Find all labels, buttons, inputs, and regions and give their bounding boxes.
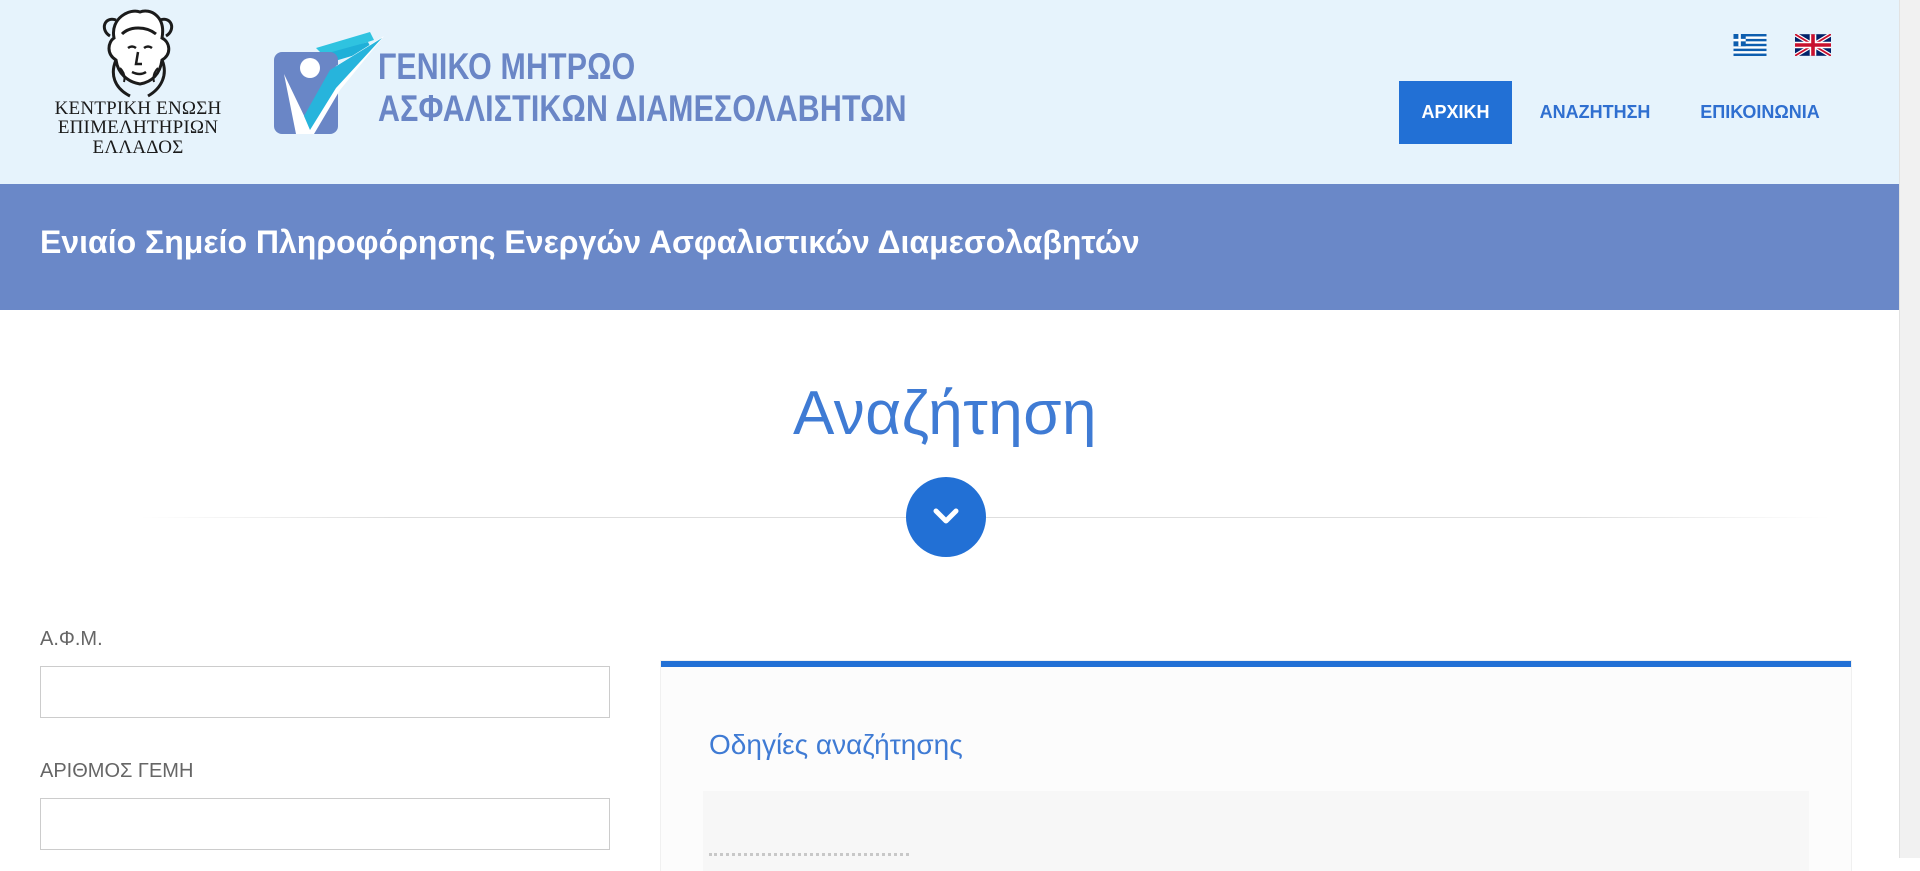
afm-label: Α.Φ.Μ. (40, 628, 103, 650)
nav-item-search[interactable]: ΑΝΑΖΗΤΗΣΗ (1525, 81, 1665, 144)
scroll-down-button[interactable] (906, 477, 986, 557)
search-instructions-text-fragment (709, 853, 909, 860)
afm-input[interactable] (40, 666, 610, 718)
registry-logo[interactable]: ΓΕΝΙΚΟ ΜΗΤΡΩΟ ΑΣΦΑΛΙΣΤΙΚΩΝ ΔΙΑΜΕΣΟΛΑΒΗΤΩ… (274, 26, 914, 138)
emblem-text-line: ΕΠΙΜΕΛΗΤΗΡΙΩΝ (57, 117, 219, 138)
chevron-down-icon (933, 508, 959, 524)
search-instructions-title: Οδηγίες αναζήτησης (709, 729, 963, 760)
emblem-text-line: ΕΛΛΑΔΟΣ (92, 137, 184, 158)
search-instructions-panel: Οδηγίες αναζήτησης (661, 661, 1851, 871)
hermes-head-icon (102, 9, 174, 98)
page-banner: Ενιαίο Σημείο Πληροφόρησης Ενεργών Ασφαλ… (0, 184, 1899, 310)
chambers-union-logo[interactable]: ΚΕΝΤΡΙΚΗ ΕΝΩΣΗ ΕΠΙΜΕΛΗΤΗΡΙΩΝ ΕΛΛΑΔΟΣ (38, 8, 238, 164)
greek-flag-icon (1733, 34, 1767, 56)
page-title: Αναζήτηση (793, 378, 1097, 448)
emblem-text-line: ΚΕΝΤΡΙΚΗ ΕΝΩΣΗ (54, 98, 222, 119)
language-greek-button[interactable] (1732, 34, 1768, 56)
uk-flag-icon (1795, 34, 1831, 56)
nav-item-contact[interactable]: ΕΠΙΚΟΙΝΩΝΙΑ (1685, 81, 1835, 144)
registry-title-line: ΓΕΝΙΚΟ ΜΗΤΡΩΟ (378, 46, 636, 87)
registry-title-line: ΑΣΦΑΛΙΣΤΙΚΩΝ ΔΙΑΜΕΣΟΛΑΒΗΤΩΝ (378, 88, 907, 129)
gemi-number-input[interactable] (40, 798, 610, 850)
nav-item-home[interactable]: ΑΡΧΙΚΗ (1399, 81, 1512, 144)
registry-person-check-icon (274, 32, 384, 134)
site-header: ΚΕΝΤΡΙΚΗ ΕΝΩΣΗ ΕΠΙΜΕΛΗΤΗΡΙΩΝ ΕΛΛΑΔΟΣ ΓΕΝ… (0, 0, 1899, 184)
banner-title: Ενιαίο Σημείο Πληροφόρησης Ενεργών Ασφαλ… (40, 224, 1140, 260)
language-english-button[interactable] (1795, 34, 1831, 56)
gemi-number-label: ΑΡΙΘΜΟΣ ΓΕΜΗ (40, 760, 194, 782)
page-scrollbar[interactable] (1899, 0, 1920, 858)
